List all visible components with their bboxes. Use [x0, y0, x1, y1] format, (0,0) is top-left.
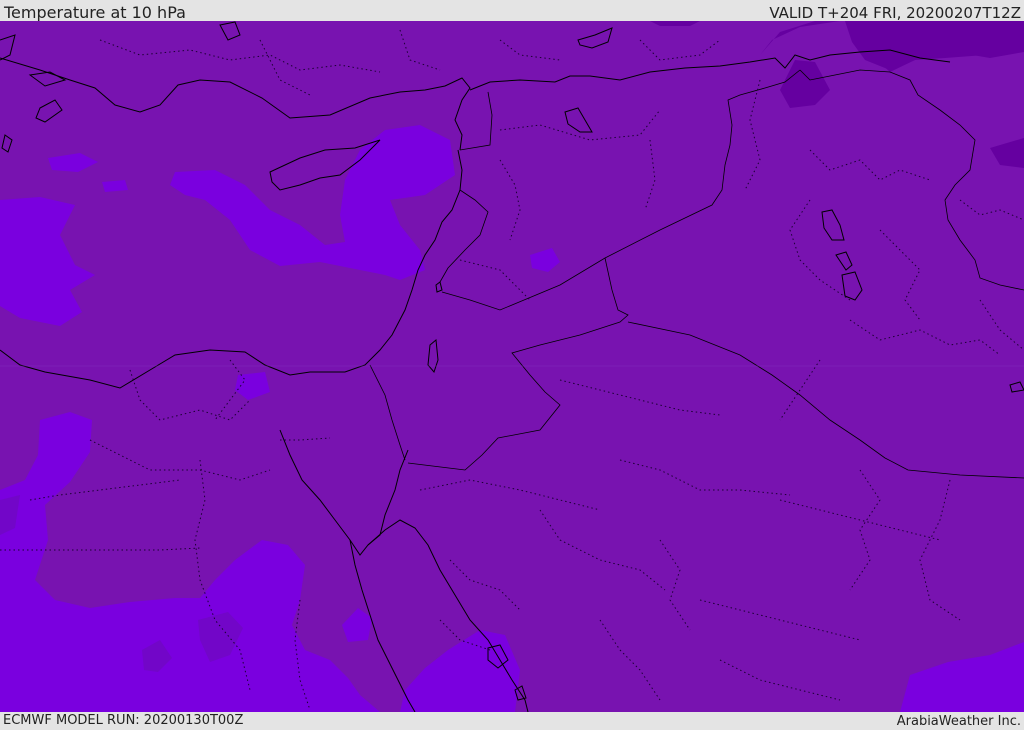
- credit-label: ArabiaWeather Inc.: [896, 714, 1021, 729]
- footer-bar: ECMWF MODEL RUN: 20200130T00Z ArabiaWeat…: [0, 712, 1024, 729]
- map-panel[interactable]: [0, 21, 1024, 712]
- model-run-label: ECMWF MODEL RUN: 20200130T00Z: [3, 713, 244, 728]
- valid-time: VALID T+204 FRI, 20200207T12Z: [769, 4, 1021, 22]
- map-canvas: [0, 21, 1024, 712]
- map-title: Temperature at 10 hPa: [4, 3, 186, 22]
- header-bar: Temperature at 10 hPa VALID T+204 FRI, 2…: [0, 0, 1024, 22]
